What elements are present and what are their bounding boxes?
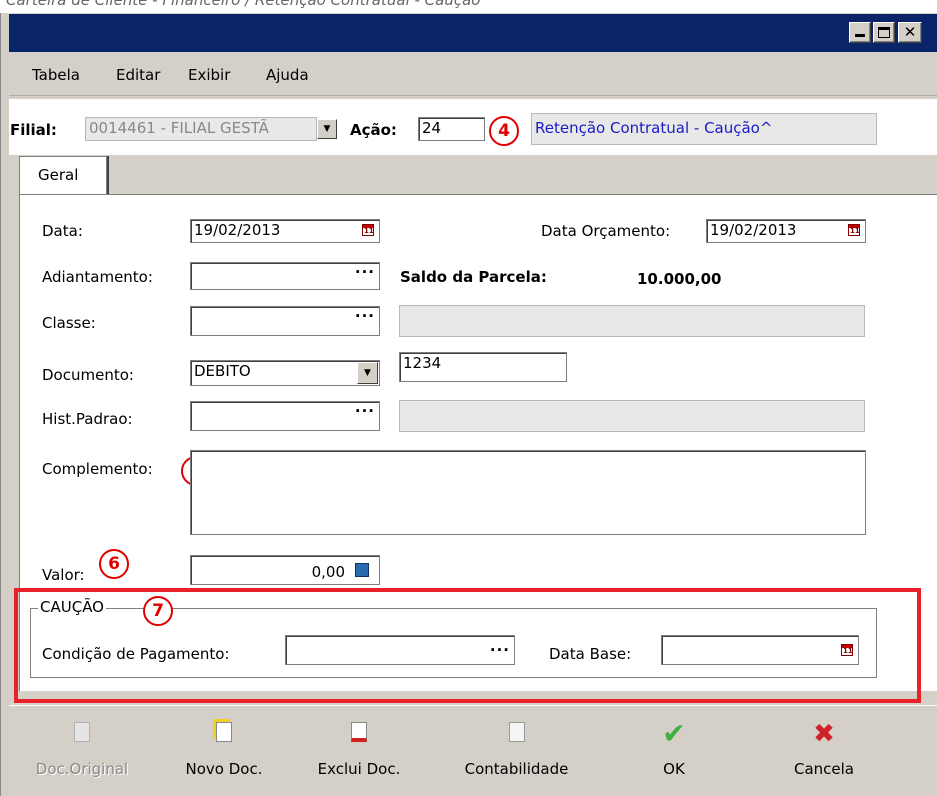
complemento-textarea[interactable] <box>190 450 866 535</box>
menu-ajuda[interactable]: Ajuda <box>266 66 309 84</box>
documento-value: DEBITO <box>194 362 251 380</box>
data-input[interactable]: 19/02/2013 <box>190 219 380 243</box>
callout-6: 6 <box>99 549 129 579</box>
documento-dropdown-button[interactable]: ▼ <box>357 362 378 384</box>
complemento-label: Complemento: <box>42 460 153 478</box>
exclui-doc-button[interactable]: Exclui Doc. <box>304 706 414 796</box>
cancel-x-icon: ✖ <box>813 719 835 749</box>
acao-input[interactable]: 24 <box>418 117 485 141</box>
minimize-icon <box>855 34 865 37</box>
accounting-sheet-icon <box>508 722 525 742</box>
calendar-icon[interactable] <box>848 224 860 236</box>
data-orcamento-label: Data Orçamento: <box>541 222 671 240</box>
valor-value: 0,00 <box>311 563 345 581</box>
new-document-icon <box>216 722 232 742</box>
hist-padrao-description <box>399 400 865 432</box>
chevron-down-icon: ▼ <box>364 368 371 378</box>
maximize-button[interactable] <box>873 22 895 43</box>
acao-description: Retenção Contratual - Caução^ <box>531 113 877 145</box>
data-base-input[interactable] <box>661 635 859 665</box>
classe-input[interactable]: ··· <box>190 306 380 336</box>
tab-geral[interactable]: Geral <box>19 156 107 195</box>
doc-original-button[interactable]: Doc.Original <box>22 706 142 796</box>
condicao-pagamento-input[interactable]: ··· <box>285 635 515 665</box>
calendar-icon[interactable] <box>362 224 374 236</box>
menu-exibir[interactable]: Exibir <box>188 66 230 84</box>
menu-editar[interactable]: Editar <box>116 66 160 84</box>
lookup-ellipsis-icon[interactable]: ··· <box>355 307 375 325</box>
checkmark-icon: ✔ <box>662 717 686 750</box>
document-copy-icon <box>74 722 90 742</box>
caucao-title: CAUÇÃO <box>38 598 106 616</box>
adiantamento-input[interactable]: ··· <box>190 262 380 290</box>
data-label: Data: <box>42 222 83 240</box>
lookup-ellipsis-icon[interactable]: ··· <box>355 263 375 281</box>
bottom-toolbar: Doc.Original Novo Doc. Exclui Doc. Conta… <box>9 705 937 796</box>
data-orcamento-value: 19/02/2013 <box>710 221 797 239</box>
valor-label: Valor: <box>42 566 85 584</box>
lookup-ellipsis-icon[interactable]: ··· <box>355 402 375 420</box>
calendar-icon[interactable] <box>841 644 853 656</box>
hist-padrao-label: Hist.Padrao: <box>42 410 133 428</box>
hist-padrao-input[interactable]: ··· <box>190 401 380 431</box>
classe-description <box>399 305 865 337</box>
ok-button[interactable]: ✔ OK <box>639 706 709 796</box>
novo-doc-button[interactable]: Novo Doc. <box>169 706 279 796</box>
menu-bar: Tabela Editar Exibir Ajuda <box>9 52 937 96</box>
valor-input[interactable]: 0,00 <box>190 555 380 585</box>
data-value: 19/02/2013 <box>194 221 281 239</box>
filial-dropdown-button[interactable]: ▼ <box>317 119 337 139</box>
documento-number-input[interactable]: 1234 <box>399 352 567 382</box>
delete-document-icon <box>351 722 367 742</box>
saldo-parcela-label: Saldo da Parcela: <box>400 268 547 286</box>
page-caption: Carteira de Cliente - Financeiro / Reten… <box>6 0 481 9</box>
cancela-button[interactable]: ✖ Cancela <box>769 706 879 796</box>
data-base-label: Data Base: <box>549 645 632 663</box>
acao-label: Ação: <box>350 121 397 139</box>
filial-select[interactable]: 0014461 - FILIAL GESTÃ <box>85 117 317 141</box>
close-icon: ✕ <box>903 23 917 41</box>
documento-label: Documento: <box>42 366 134 384</box>
adiantamento-label: Adiantamento: <box>42 268 153 286</box>
saldo-parcela-value: 10.000,00 <box>637 270 722 288</box>
chevron-down-icon: ▼ <box>323 124 331 134</box>
filial-label: Filial: <box>10 121 57 139</box>
maximize-icon <box>878 27 890 38</box>
data-orcamento-input[interactable]: 19/02/2013 <box>706 219 866 243</box>
documento-select[interactable]: DEBITO <box>190 360 380 386</box>
lookup-ellipsis-icon[interactable]: ··· <box>490 641 510 659</box>
condicao-pagamento-label: Condição de Pagamento: <box>42 645 230 663</box>
contabilidade-button[interactable]: Contabilidade <box>449 706 584 796</box>
callout-4: 4 <box>489 116 519 146</box>
close-button[interactable]: ✕ <box>898 22 922 43</box>
minimize-button[interactable] <box>849 22 871 43</box>
menu-tabela[interactable]: Tabela <box>32 66 80 84</box>
calculator-icon[interactable] <box>355 563 369 577</box>
title-bar: ✕ <box>9 14 937 52</box>
callout-7: 7 <box>143 596 173 626</box>
classe-label: Classe: <box>42 314 96 332</box>
